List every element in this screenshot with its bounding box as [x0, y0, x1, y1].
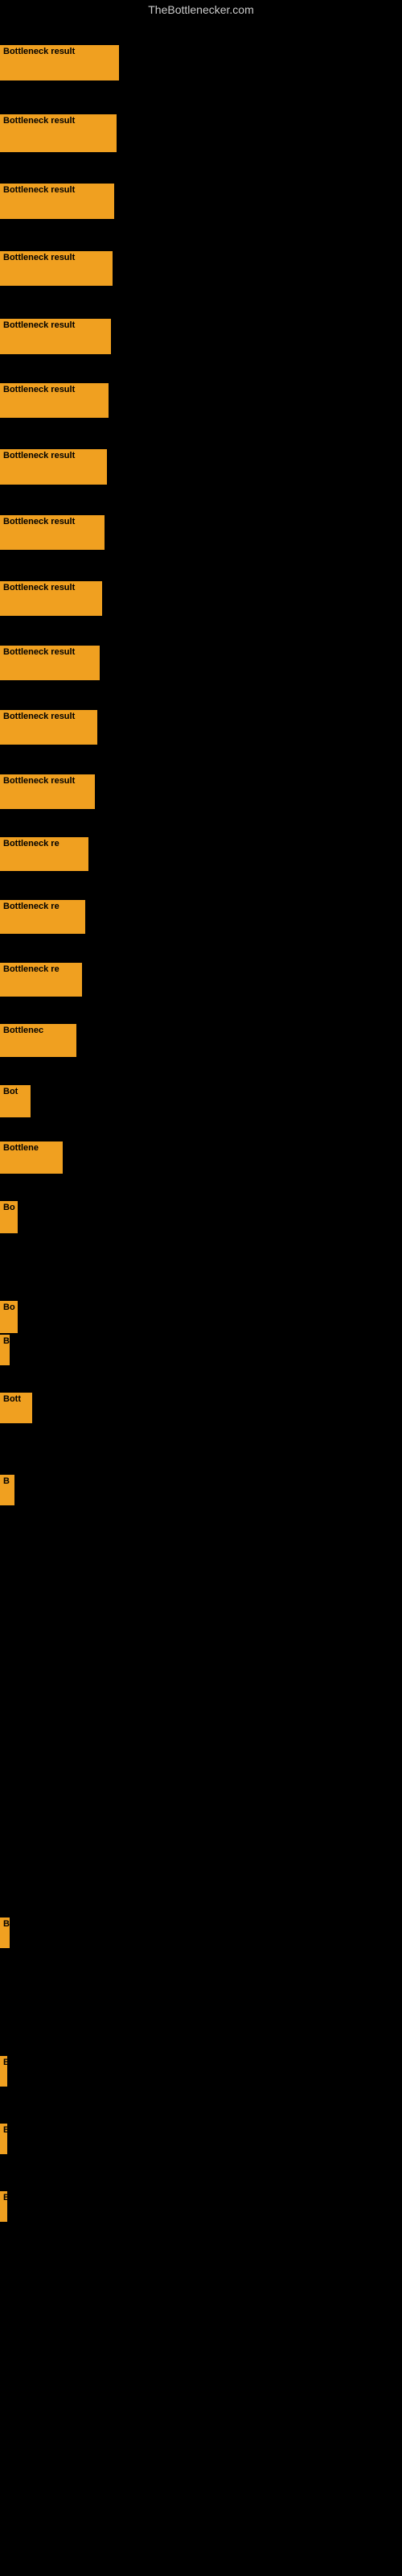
bottleneck-result-item[interactable]: Bottleneck re — [0, 837, 88, 871]
bottleneck-result-item[interactable]: B — [0, 1335, 10, 1365]
bottleneck-result-item[interactable]: Bo — [0, 1201, 18, 1233]
bottleneck-result-item[interactable]: Bottleneck re — [0, 900, 85, 934]
bottleneck-result-item[interactable]: Bottleneck result — [0, 184, 114, 219]
bottleneck-result-item[interactable]: Bot — [0, 1085, 31, 1117]
bottleneck-result-item[interactable]: Bo — [0, 1301, 18, 1333]
site-title: TheBottlenecker.com — [0, 0, 402, 19]
bottleneck-result-item[interactable]: Bottleneck result — [0, 319, 111, 354]
bottleneck-result-item[interactable]: Bottleneck result — [0, 646, 100, 680]
bottleneck-result-item[interactable]: B — [0, 2191, 7, 2222]
bottleneck-result-item[interactable]: Bottleneck result — [0, 710, 97, 745]
bottleneck-result-item[interactable]: B — [0, 2056, 7, 2087]
bottleneck-result-item[interactable]: B — [0, 1918, 10, 1948]
bottleneck-result-item[interactable]: Bottleneck result — [0, 774, 95, 809]
bottleneck-result-item[interactable]: Bottleneck result — [0, 114, 117, 152]
bottleneck-result-item[interactable]: Bott — [0, 1393, 32, 1423]
bottleneck-result-item[interactable]: Bottleneck result — [0, 45, 119, 80]
bottleneck-result-item[interactable]: Bottleneck result — [0, 515, 105, 550]
bottleneck-result-item[interactable]: Bottleneck result — [0, 581, 102, 616]
bottleneck-result-item[interactable]: Bottleneck result — [0, 383, 109, 418]
bottleneck-result-item[interactable]: B — [0, 2124, 7, 2154]
bottleneck-result-item[interactable]: Bottleneck result — [0, 449, 107, 485]
bottleneck-result-item[interactable]: Bottleneck result — [0, 251, 113, 286]
bottleneck-result-item[interactable]: Bottlenec — [0, 1024, 76, 1057]
bottleneck-result-item[interactable]: Bottlene — [0, 1141, 63, 1174]
bottleneck-result-item[interactable]: Bottleneck re — [0, 963, 82, 997]
bottleneck-result-item[interactable]: B — [0, 1475, 14, 1505]
